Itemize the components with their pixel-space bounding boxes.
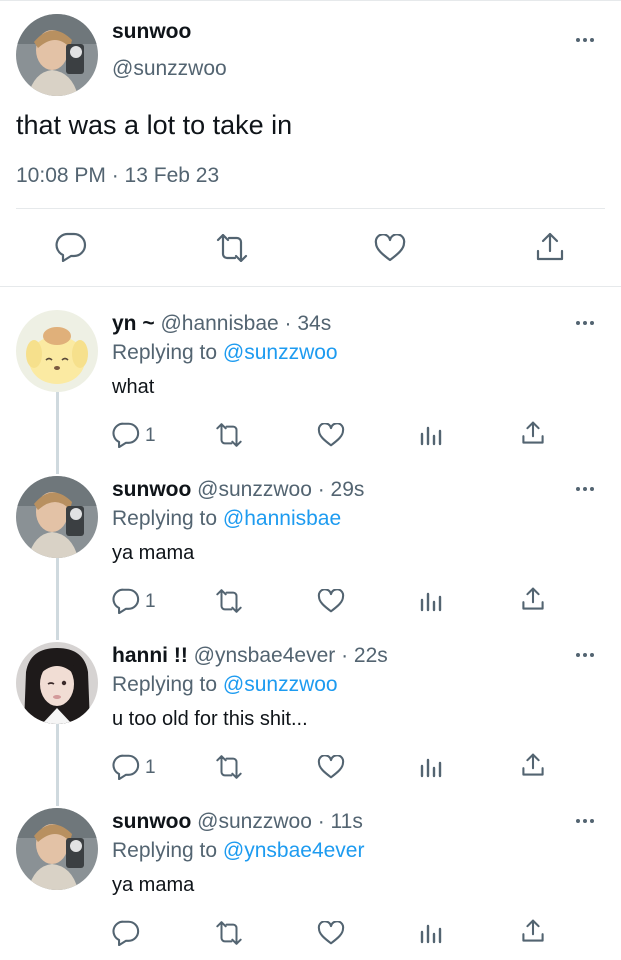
reply-header: hanni !! @ynsbae4ever · 22s [112,644,388,668]
reply-avatar[interactable] [16,642,98,724]
retweet-icon[interactable] [214,921,244,945]
reply-icon[interactable] [55,232,87,262]
reply-text: u too old for this shit... [112,708,308,730]
replying-to-link[interactable]: @sunzzwoo [223,673,338,696]
share-icon[interactable] [521,586,545,612]
reply-time: · 29s [317,478,365,501]
reply-count: 1 [145,757,156,778]
reply-time: · 34s [284,312,332,335]
reply-icon[interactable] [112,920,140,946]
top-border [0,0,621,1]
retweet-icon[interactable] [214,234,250,262]
share-icon[interactable] [521,752,545,778]
like-icon[interactable] [317,755,345,779]
reply-text: what [112,376,155,398]
replying-to: Replying to @sunzzwoo [112,341,338,365]
like-icon[interactable] [317,921,345,945]
reply-display-name[interactable]: yn ~ [112,312,155,335]
replying-to-link[interactable]: @ynsbae4ever [223,839,365,862]
reply-display-name[interactable]: hanni !! [112,644,188,667]
reply-tweet[interactable]: hanni !! @ynsbae4ever · 22s Replying to … [0,642,621,794]
analytics-icon[interactable] [420,590,442,612]
share-icon[interactable] [535,231,565,263]
reply-icon[interactable] [112,588,140,614]
reply-handle[interactable]: @sunzzwoo [197,810,312,833]
reply-tweet[interactable]: sunwoo @sunzzwoo · 29s Replying to @hann… [0,476,621,628]
like-icon[interactable] [317,423,345,447]
reply-header: sunwoo @sunzzwoo · 11s [112,810,363,834]
reply-time: · 11s [317,810,363,833]
replying-to: Replying to @hannisbae [112,507,341,531]
more-options-icon[interactable] [576,318,600,328]
analytics-icon[interactable] [420,922,442,944]
retweet-icon[interactable] [214,423,244,447]
reply-icon[interactable] [112,754,140,780]
reply-handle[interactable]: @hannisbae [160,312,278,335]
share-icon[interactable] [521,420,545,446]
reply-avatar[interactable] [16,808,98,890]
main-tweet-timestamp[interactable]: 10:08 PM · 13 Feb 23 [16,164,219,188]
replying-to-link[interactable]: @sunzzwoo [223,341,338,364]
analytics-icon[interactable] [420,424,442,446]
reply-icon[interactable] [112,422,140,448]
share-icon[interactable] [521,918,545,944]
reply-time: · 22s [341,644,388,667]
reply-avatar[interactable] [16,310,98,392]
reply-handle[interactable]: @ynsbae4ever [194,644,336,667]
reply-avatar[interactable] [16,476,98,558]
main-handle[interactable]: @sunzzwoo [112,57,227,81]
replying-prefix: Replying to [112,341,218,364]
reply-display-name[interactable]: sunwoo [112,810,191,833]
reply-count: 1 [145,425,156,446]
reply-text: ya mama [112,542,195,564]
replying-to-link[interactable]: @hannisbae [223,507,341,530]
like-icon[interactable] [317,589,345,613]
reply-display-name[interactable]: sunwoo [112,478,191,501]
replying-prefix: Replying to [112,673,218,696]
like-icon[interactable] [374,234,406,262]
more-options-icon[interactable] [576,650,600,660]
retweet-icon[interactable] [214,589,244,613]
retweet-icon[interactable] [214,755,244,779]
reply-handle[interactable]: @sunzzwoo [197,478,312,501]
reply-tweet[interactable]: yn ~ @hannisbae · 34s Replying to @sunzz… [0,310,621,462]
reply-text: ya mama [112,874,195,896]
replying-prefix: Replying to [112,507,218,530]
more-options-icon[interactable] [576,816,600,826]
reply-count: 1 [145,591,156,612]
replying-prefix: Replying to [112,839,218,862]
main-avatar[interactable] [16,14,98,96]
main-display-name[interactable]: sunwoo [112,20,191,44]
reply-header: yn ~ @hannisbae · 34s [112,312,331,336]
more-options-icon[interactable] [576,35,600,45]
replying-to: Replying to @sunzzwoo [112,673,338,697]
divider [16,208,605,209]
main-tweet-text: that was a lot to take in [16,110,293,140]
analytics-icon[interactable] [420,756,442,778]
more-options-icon[interactable] [576,484,600,494]
reply-tweet[interactable]: sunwoo @sunzzwoo · 11s Replying to @ynsb… [0,808,621,960]
replying-to: Replying to @ynsbae4ever [112,839,364,863]
reply-header: sunwoo @sunzzwoo · 29s [112,478,364,502]
divider [0,286,621,287]
